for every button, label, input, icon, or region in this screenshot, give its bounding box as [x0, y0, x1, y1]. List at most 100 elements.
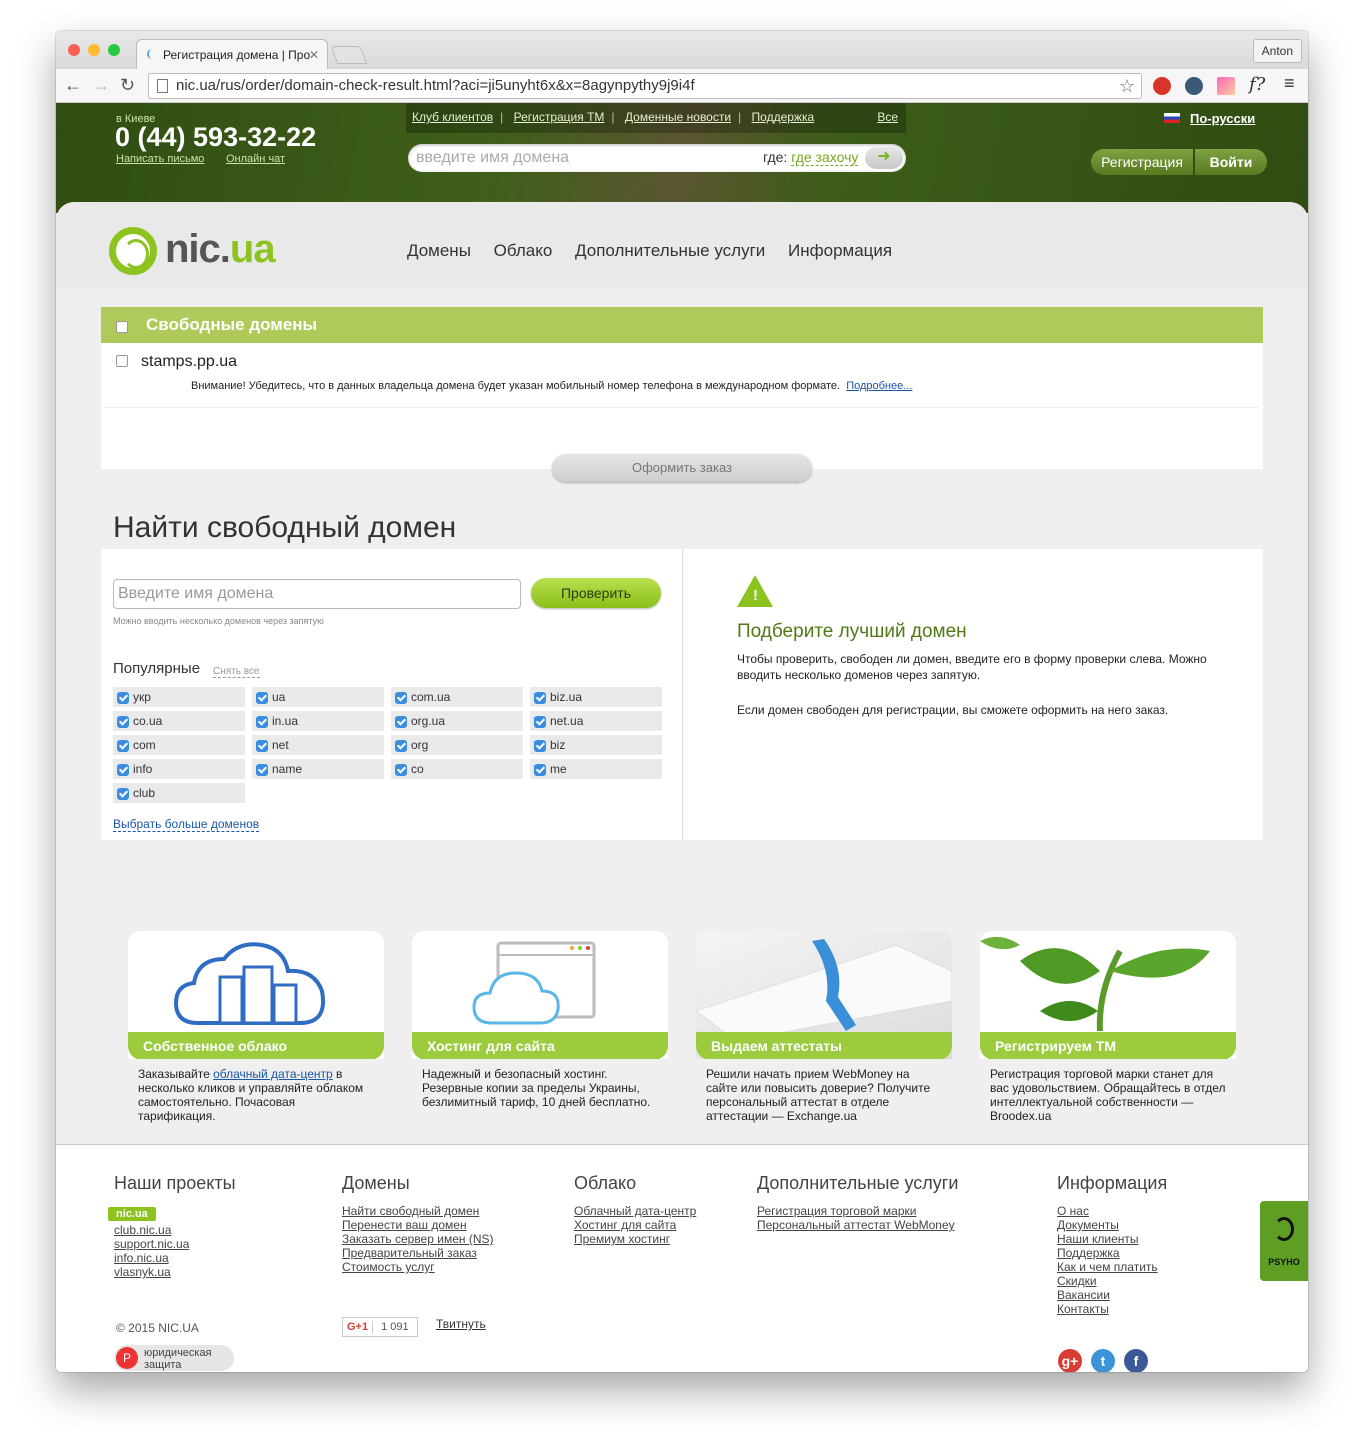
footer-link[interactable]: Предварительный заказ [342, 1246, 494, 1260]
register-button[interactable]: Регистрация [1091, 149, 1193, 175]
nav-item-domains[interactable]: Домены [407, 241, 471, 260]
facebook-icon[interactable]: f [1124, 1349, 1148, 1372]
close-window-button[interactable] [68, 44, 80, 56]
footer-link[interactable]: Хостинг для сайта [574, 1218, 696, 1232]
zone-item[interactable]: biz [530, 735, 662, 755]
more-domains-link[interactable]: Выбрать больше доменов [113, 817, 260, 832]
menu-icon[interactable]: ≡ [1284, 73, 1295, 94]
zone-item[interactable]: net [252, 735, 384, 755]
zone-item[interactable]: net.ua [530, 711, 662, 731]
clear-all-link[interactable]: Снять все [213, 666, 260, 678]
place-order-button[interactable]: Оформить заказ [552, 454, 812, 482]
browser-tab[interactable]: Регистрация домена | Про ✕ [136, 39, 328, 69]
zone-item[interactable]: com.ua [391, 687, 523, 707]
zone-selector-link[interactable]: где захочу [791, 149, 859, 166]
footer-link[interactable]: Наши клиенты [1057, 1232, 1167, 1246]
top-link-all[interactable]: Все [877, 110, 898, 124]
footer-link[interactable]: Регистрация торговой марки [757, 1204, 958, 1218]
language-link[interactable]: По-русски [1190, 111, 1255, 126]
zone-item[interactable]: org.ua [391, 711, 523, 731]
footer-link[interactable]: О нас [1057, 1204, 1167, 1218]
top-link-tm[interactable]: Регистрация ТМ [514, 110, 605, 124]
project-link[interactable]: vlasnyk.ua [114, 1265, 236, 1279]
write-letter-link[interactable]: Написать письмо [116, 153, 204, 165]
footer-link[interactable]: Персональный аттестат WebMoney [757, 1218, 958, 1232]
bookmark-star-icon[interactable]: ☆ [1119, 74, 1135, 98]
zone-item[interactable]: org [391, 735, 523, 755]
header-domain-search[interactable]: введите имя домена где: где захочу ➜ [408, 144, 906, 172]
cloud-datacenter-link[interactable]: облачный дата-центр [213, 1067, 333, 1081]
plant-icon: Регистрируем ТМ [980, 931, 1236, 1059]
footer-link[interactable]: Вакансии [1057, 1288, 1167, 1302]
zone-item[interactable]: me [530, 759, 662, 779]
zone-item[interactable]: ua [252, 687, 384, 707]
new-tab-button[interactable] [330, 46, 368, 64]
tile-cloud[interactable]: Собственное облако Заказывайте облачный … [128, 931, 384, 1123]
zone-item[interactable]: укр [113, 687, 245, 707]
footer-link[interactable]: Стоимость услуг [342, 1260, 494, 1274]
phone-number: 0 (44) 593-32-22 [115, 122, 317, 152]
formula-extension-icon[interactable]: f? [1249, 74, 1265, 95]
zone-item[interactable]: name [252, 759, 384, 779]
footer-link[interactable]: Премиум хостинг [574, 1232, 696, 1246]
nav-item-info[interactable]: Информация [788, 241, 892, 260]
shield-icon: P [116, 1347, 138, 1369]
footer-link[interactable]: Перенести ваш домен [342, 1218, 494, 1232]
tweet-link[interactable]: Твитнуть [436, 1317, 486, 1331]
zone-item[interactable]: biz.ua [530, 687, 662, 707]
google-plus-button[interactable]: G+1 1 091 [342, 1317, 418, 1337]
tab-close-icon[interactable]: ✕ [309, 40, 319, 69]
tile-trademark[interactable]: Регистрируем ТМ Регистрация торговой мар… [980, 931, 1236, 1123]
footer-link[interactable]: Поддержка [1057, 1246, 1167, 1260]
login-button[interactable]: Войти [1195, 149, 1267, 175]
top-link-support[interactable]: Поддержка [752, 110, 815, 124]
back-icon[interactable]: ← [64, 75, 82, 95]
project-link[interactable]: support.nic.ua [114, 1237, 236, 1251]
project-link[interactable]: info.nic.ua [114, 1251, 236, 1265]
zone-selector[interactable]: где: где захочу [763, 149, 859, 166]
footer-link[interactable]: Скидки [1057, 1274, 1167, 1288]
legal-protection-badge[interactable]: P юридическая защита [114, 1345, 234, 1371]
more-info-link[interactable]: Подробнее... [846, 380, 912, 392]
top-link-news[interactable]: Доменные новости [625, 110, 731, 124]
footer-link[interactable]: Найти свободный домен [342, 1204, 494, 1218]
site-logo[interactable]: nic.ua [109, 225, 299, 275]
zone-item[interactable]: com [113, 735, 245, 755]
online-chat-link[interactable]: Онлайн чат [226, 153, 285, 165]
profile-button[interactable]: Anton [1252, 39, 1302, 63]
nic-ua-badge: nic.ua [108, 1207, 156, 1221]
nav-item-cloud[interactable]: Облако [494, 241, 553, 260]
project-link[interactable]: club.nic.ua [114, 1223, 236, 1237]
zone-item[interactable]: club [113, 783, 245, 803]
zone-item[interactable]: co [391, 759, 523, 779]
adblock-extension-icon[interactable] [1153, 77, 1171, 95]
check-button[interactable]: Проверить [531, 578, 661, 608]
address-bar[interactable]: nic.ua/rus/order/domain-check-result.htm… [148, 73, 1142, 99]
domain-checkbox[interactable] [116, 355, 128, 367]
nav-item-extra[interactable]: Дополнительные услуги [575, 241, 765, 260]
psyho-badge[interactable]: PSYHO [1260, 1201, 1308, 1281]
footer-link[interactable]: Облачный дата-центр [574, 1204, 696, 1218]
google-plus-icon[interactable]: g+ [1058, 1349, 1082, 1372]
forward-icon[interactable]: → [92, 75, 110, 95]
top-link-club[interactable]: Клуб клиентов [412, 110, 493, 124]
tile-hosting[interactable]: Хостинг для сайта Надежный и безопасный … [412, 931, 668, 1109]
reload-icon[interactable]: ↻ [120, 75, 135, 95]
zone-item[interactable]: info [113, 759, 245, 779]
zone-item[interactable]: co.ua [113, 711, 245, 731]
zone-item[interactable]: in.ua [252, 711, 384, 731]
zoom-window-button[interactable] [108, 44, 120, 56]
arrow-right-icon[interactable]: ➜ [865, 147, 903, 169]
select-all-checkbox[interactable] [116, 321, 128, 333]
tile-certificates[interactable]: Выдаем аттестаты Решили начать прием Web… [696, 931, 952, 1123]
ghostery-extension-icon[interactable] [1185, 77, 1203, 95]
header-search-input[interactable]: введите имя домена [416, 149, 569, 167]
footer-link[interactable]: Контакты [1057, 1302, 1167, 1316]
twitter-icon[interactable]: t [1091, 1349, 1115, 1372]
minimize-window-button[interactable] [88, 44, 100, 56]
footer-link[interactable]: Как и чем платить [1057, 1260, 1167, 1274]
footer-link[interactable]: Заказать сервер имен (NS) [342, 1232, 494, 1246]
domain-input[interactable]: Введите имя домена [113, 579, 521, 609]
footer-link[interactable]: Документы [1057, 1218, 1167, 1232]
color-extension-icon[interactable] [1217, 77, 1235, 95]
